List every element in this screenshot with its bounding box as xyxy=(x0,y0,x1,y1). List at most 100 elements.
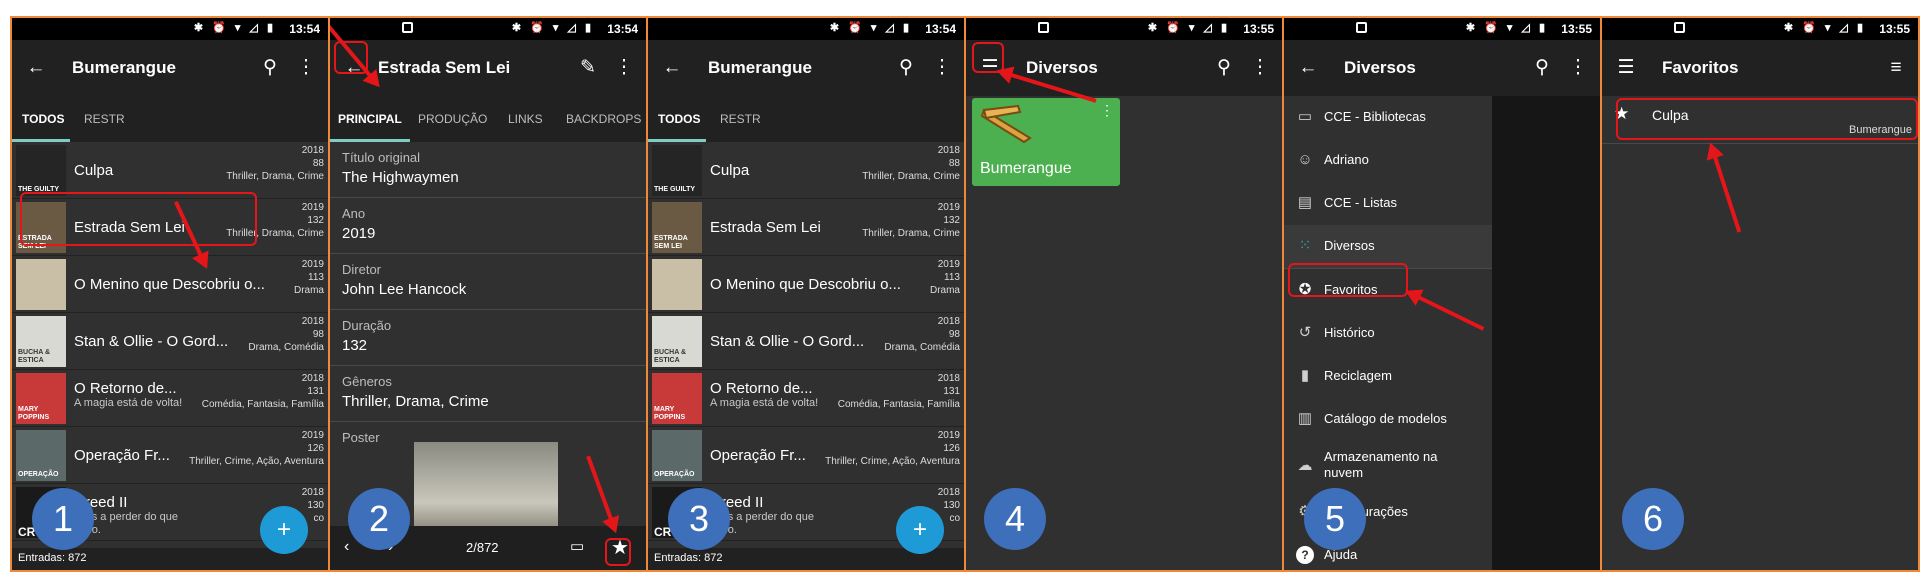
add-fab-button[interactable]: + xyxy=(260,506,308,554)
status-bar: ✱ ⏰ ▾ ◿ ▮ 13:55 xyxy=(1602,18,1918,40)
search-icon[interactable]: ⚲ xyxy=(1210,54,1238,82)
status-icons: ✱ ⏰ ▾ ◿ ▮ xyxy=(193,22,276,34)
more-vert-icon[interactable]: ⋮ xyxy=(292,54,320,82)
movie-meta: 2018 98 Drama, Comédia xyxy=(248,316,324,353)
comment-icon[interactable]: ▭ xyxy=(570,537,584,555)
folder-card[interactable]: ⋮ Bumerangue xyxy=(972,98,1120,186)
tab-restr[interactable]: RESTR xyxy=(720,112,761,126)
screen-4-diversos-library: ✱ ⏰ ▾ ◿ ▮ 13:55 ☰ Diversos ⚲ ⋮ ⋮ Bumeran… xyxy=(964,16,1284,572)
prev-icon[interactable]: ‹ xyxy=(344,538,349,556)
status-icons: ✱ ⏰ ▾ ◿ ▮ xyxy=(829,22,912,34)
screen-1-movie-list: ✱ ⏰ ▾ ◿ ▮ 13:54 ← Bumerangue ⚲ ⋮ TODOS R… xyxy=(10,16,330,572)
drawer-item-catalogo-de-modelos[interactable]: ▥ Catálogo de modelos xyxy=(1284,398,1492,441)
movie-thumbnail: OPERAÇÃO xyxy=(16,430,66,481)
tab-todos[interactable]: TODOS xyxy=(22,112,64,126)
tab-bar: PRINCIPAL PRODUÇÃO LINKS BACKDROPS xyxy=(330,96,646,142)
image-icon xyxy=(1356,22,1367,33)
highlight-box xyxy=(20,192,257,246)
search-icon[interactable]: ⚲ xyxy=(1528,54,1556,82)
status-bar: ✱ ⏰ ▾ ◿ ▮ 13:55 xyxy=(966,18,1282,40)
grid-icon: ⁙ xyxy=(1298,237,1312,254)
movie-title: Culpa xyxy=(74,162,114,179)
movie-meta: 2019 132 Thriller, Drama, Crime xyxy=(862,202,960,239)
status-bar: ✱ ⏰ ▾ ◿ ▮ 13:54 xyxy=(648,18,964,40)
drawer-item-adriano[interactable]: ☺ Adriano xyxy=(1284,139,1492,182)
status-bar: ✱ ⏰ ▾ ◿ ▮ 13:54 xyxy=(12,18,328,40)
back-arrow-icon[interactable]: ← xyxy=(22,54,50,82)
movie-meta: 2019 126 Thriller, Crime, Ação, Aventura xyxy=(189,430,324,467)
card-menu-icon[interactable]: ⋮ xyxy=(1100,102,1114,119)
add-fab-button[interactable]: + xyxy=(896,506,944,554)
list-item[interactable]: O Menino que Descobriu o... 2019 113 Drama xyxy=(648,256,964,313)
list-item[interactable]: OPERAÇÃO Operação Fr... 2019 126 Thriller,… xyxy=(12,427,328,484)
status-time: 13:55 xyxy=(1879,22,1910,36)
tab-restr[interactable]: RESTR xyxy=(84,112,125,126)
drawer-item-cce-bibliotecas[interactable]: ▭ CCE - Bibliotecas xyxy=(1284,96,1492,139)
movie-meta: 2018 131 Comédia, Fantasia, Família xyxy=(837,373,960,410)
search-icon[interactable]: ⚲ xyxy=(256,54,284,82)
more-vert-icon[interactable]: ⋮ xyxy=(928,54,956,82)
screen-2-movie-details: ✱ ⏰ ▾ ◿ ▮ 13:54 ← Estrada Sem Lei ✎ ⋮ PR… xyxy=(328,16,648,572)
screen-3-movie-list: ✱ ⏰ ▾ ◿ ▮ 13:54 ← Bumerangue ⚲ ⋮ TODOS R… xyxy=(646,16,966,572)
movie-title: Stan & Ollie - O Gord... xyxy=(710,333,865,350)
scrim[interactable] xyxy=(1492,96,1600,570)
back-arrow-icon[interactable]: ← xyxy=(1294,54,1322,82)
book-icon: ▭ xyxy=(1297,108,1313,125)
more-vert-icon[interactable]: ⋮ xyxy=(1246,54,1274,82)
back-arrow-icon[interactable]: ← xyxy=(658,54,686,82)
toolbar-title: Favoritos xyxy=(1662,58,1739,77)
history-icon: ↺ xyxy=(1298,324,1312,341)
movie-thumbnail: THE GUILTY xyxy=(652,145,702,196)
tab-links[interactable]: LINKS xyxy=(508,112,543,126)
more-vert-icon[interactable]: ⋮ xyxy=(1564,54,1592,82)
list-item[interactable]: BUCHA & ESTICA Stan & Ollie - O Gord... … xyxy=(648,313,964,370)
highlight-box xyxy=(605,538,631,566)
list-item[interactable]: MARY POPPINS O Retorno de... A magia est… xyxy=(648,370,964,427)
list-item[interactable]: ESTRADA SEM LEI Estrada Sem Lei 2019 132 T… xyxy=(648,199,964,256)
list-item[interactable]: OPERAÇÃO Operação Fr... 2019 126 Thriller,… xyxy=(648,427,964,484)
search-icon[interactable]: ⚲ xyxy=(892,54,920,82)
pointer-arrow xyxy=(586,455,614,523)
drawer-item-reciclagem[interactable]: ▮ Reciclagem xyxy=(1284,355,1492,398)
drawer-item-cce-listas[interactable]: ▤ CCE - Listas xyxy=(1284,182,1492,225)
movie-title: O Retorno de... xyxy=(74,380,177,397)
list-item[interactable]: O Menino que Descobriu o... 2019 113 Drama xyxy=(12,256,328,313)
status-icons: ✱ ⏰ ▾ ◿ ▮ xyxy=(1783,22,1866,34)
drawer-item-armazenamento[interactable]: ☁ Armazenamento na nuvem xyxy=(1284,441,1492,491)
toolbar-title: Diversos xyxy=(1026,58,1098,77)
highlight-box xyxy=(1288,263,1408,297)
step-badge: 1 xyxy=(32,488,94,550)
image-icon xyxy=(1674,22,1685,33)
toolbar: ← Diversos ⚲ ⋮ xyxy=(1284,40,1600,96)
list-item[interactable]: MARY POPPINS O Retorno de... A magia est… xyxy=(12,370,328,427)
hamburger-menu-icon[interactable]: ☰ xyxy=(1612,54,1640,82)
movie-tagline: A magia está de volta! xyxy=(74,397,183,409)
step-badge: 4 xyxy=(984,488,1046,550)
step-badge: 2 xyxy=(348,488,410,550)
movie-title: Culpa xyxy=(710,162,750,179)
clipboard-icon: ▤ xyxy=(1297,194,1313,211)
pointer-arrow xyxy=(1712,153,1742,233)
boomerang-icon xyxy=(980,104,1032,144)
movie-meta: 2019 113 Drama xyxy=(929,259,960,296)
toolbar-title: Bumerangue xyxy=(708,58,812,77)
tab-principal[interactable]: PRINCIPAL xyxy=(338,112,402,126)
movie-meta: 2019 126 Thriller, Crime, Ação, Aventura xyxy=(825,430,960,467)
tab-bar: TODOS RESTR xyxy=(648,96,964,142)
movie-thumbnail: OPERAÇÃO xyxy=(652,430,702,481)
more-vert-icon[interactable]: ⋮ xyxy=(610,54,638,82)
status-icons: ✱ ⏰ ▾ ◿ ▮ xyxy=(511,22,594,34)
tab-backdrops[interactable]: BACKDROPS xyxy=(566,112,641,126)
list-item[interactable]: THE GUILTY Culpa 2018 88 Thriller, Drama, … xyxy=(648,142,964,199)
drawer-item-diversos[interactable]: ⁙ Diversos xyxy=(1284,225,1492,268)
sort-icon[interactable]: ≡ xyxy=(1882,54,1910,82)
field-original-title: Título original The Highwaymen xyxy=(330,142,646,198)
status-bar: ✱ ⏰ ▾ ◿ ▮ 13:54 xyxy=(330,18,646,40)
list-item[interactable]: THE GUILTY Culpa 2018 88 Thriller, Drama, … xyxy=(12,142,328,199)
tab-todos[interactable]: TODOS xyxy=(658,112,700,126)
list-item[interactable]: BUCHA & ESTICA Stan & Ollie - O Gord... … xyxy=(12,313,328,370)
movie-meta: 2018 88 Thriller, Drama, Crime xyxy=(862,145,960,182)
movie-thumbnail xyxy=(16,259,66,310)
edit-pencil-icon[interactable]: ✎ xyxy=(574,54,602,82)
tab-producao[interactable]: PRODUÇÃO xyxy=(418,112,487,126)
